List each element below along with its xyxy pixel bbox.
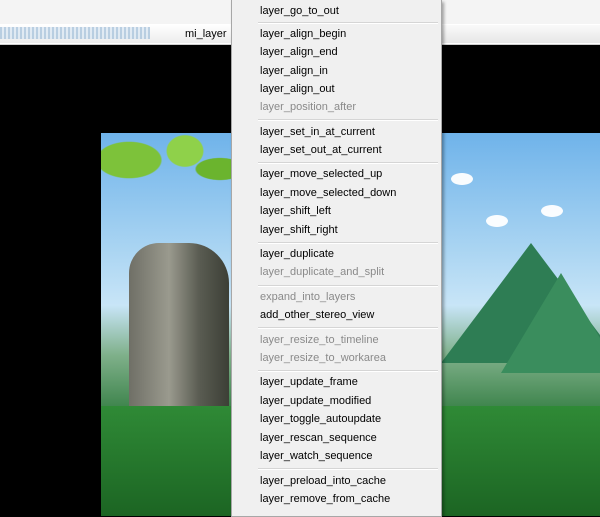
menu-item-layer-update-frame[interactable]: layer_update_frame: [260, 375, 358, 389]
menu-item-layer-update-modified[interactable]: layer_update_modified: [260, 394, 371, 408]
menu-item-layer-align-end[interactable]: layer_align_end: [260, 45, 338, 59]
menu-item-layer-move-selected-down[interactable]: layer_move_selected_down: [260, 186, 396, 200]
menu-item-layer-move-selected-up[interactable]: layer_move_selected_up: [260, 167, 382, 181]
bird-image: [541, 205, 563, 217]
foliage-image-region: [101, 133, 241, 223]
menu-separator: [258, 242, 438, 244]
header-right-area: [440, 25, 600, 43]
menu-item-expand-into-layers: expand_into_layers: [260, 291, 356, 303]
menu-item-add-other-stereo-view[interactable]: add_other_stereo_view: [260, 308, 374, 322]
menu-item-layer-set-in-at-current[interactable]: layer_set_in_at_current: [260, 125, 375, 139]
menu-item-layer-shift-left[interactable]: layer_shift_left: [260, 204, 331, 218]
menu-separator: [258, 468, 438, 470]
bird-image: [451, 173, 473, 185]
menu-item-layer-align-in[interactable]: layer_align_in: [260, 64, 328, 78]
menu-item-layer-resize-to-workarea: layer_resize_to_workarea: [260, 352, 386, 364]
mountain-image-region-2: [501, 273, 600, 373]
menu-item-layer-remove-from-cache[interactable]: layer_remove_from_cache: [260, 492, 390, 506]
menu-separator: [258, 162, 438, 164]
menu-item-layer-position-after: layer_position_after: [260, 101, 357, 113]
menu-item-layer-rescan-sequence[interactable]: layer_rescan_sequence: [260, 431, 377, 445]
menu-item-layer-align-out[interactable]: layer_align_out: [260, 82, 335, 96]
menu-separator: [258, 22, 438, 24]
menu-item-layer-align-begin[interactable]: layer_align_begin: [260, 27, 346, 41]
layer-context-menu: layer_go_to_out layer_align_begin layer_…: [231, 0, 442, 517]
menu-separator: [258, 327, 438, 329]
menu-item-layer-shift-right[interactable]: layer_shift_right: [260, 223, 338, 237]
menu-item-layer-go-to-out[interactable]: layer_go_to_out: [260, 4, 339, 18]
bird-image: [486, 215, 508, 227]
menu-item-layer-duplicate-and-split: layer_duplicate_and_split: [260, 266, 385, 278]
menu-item-layer-set-out-at-current[interactable]: layer_set_out_at_current: [260, 143, 382, 157]
panel-label: mi_layer: [185, 28, 227, 40]
menu-separator: [258, 370, 438, 372]
menu-item-layer-resize-to-timeline: layer_resize_to_timeline: [260, 334, 379, 346]
menu-item-layer-watch-sequence[interactable]: layer_watch_sequence: [260, 449, 373, 463]
menu-separator: [258, 119, 438, 121]
menu-item-layer-toggle-autoupdate[interactable]: layer_toggle_autoupdate: [260, 412, 381, 426]
menu-item-layer-preload-into-cache[interactable]: layer_preload_into_cache: [260, 474, 386, 488]
menu-item-layer-duplicate[interactable]: layer_duplicate: [260, 247, 334, 261]
header-pattern: [0, 27, 150, 39]
menu-separator: [258, 285, 438, 287]
